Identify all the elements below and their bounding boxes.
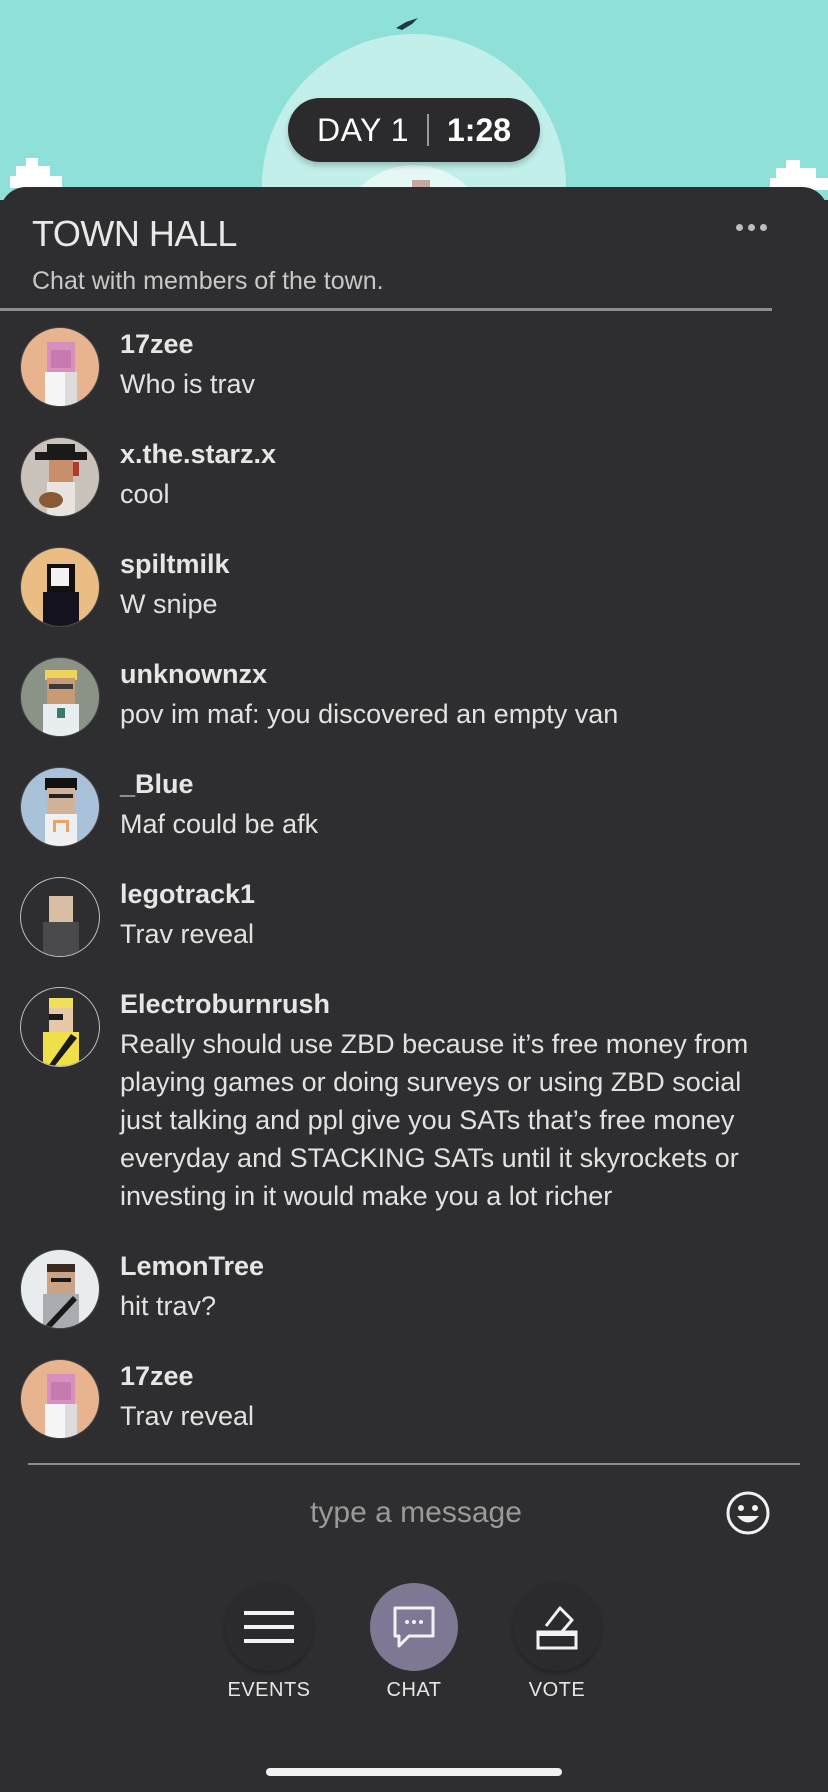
message-username[interactable]: 17zee: [120, 327, 780, 361]
message-text: Trav reveal: [120, 919, 255, 949]
message-item: x.the.starz.x cool: [0, 437, 828, 547]
avatar-electroburnrush[interactable]: [20, 987, 100, 1067]
cloud-left: [10, 158, 62, 188]
smiley-icon[interactable]: [726, 1491, 770, 1535]
message-item: 17zee Trav reveal: [0, 1359, 828, 1469]
nav-events-label: EVENTS: [227, 1679, 311, 1701]
header-divider: [0, 308, 772, 311]
avatar-unknownzx[interactable]: [20, 657, 100, 737]
message-text: Who is trav: [120, 369, 256, 399]
avatar-spiltmilk[interactable]: [20, 547, 100, 627]
message-item: legotrack1 Trav reveal: [0, 877, 828, 987]
message-item: LemonTree hit trav?: [0, 1249, 828, 1359]
message-input[interactable]: [150, 1487, 682, 1539]
message-text: cool: [120, 479, 170, 509]
avatar-17zee[interactable]: [20, 327, 100, 407]
day-timer: DAY 1 1:28: [288, 98, 540, 162]
timer-divider: [426, 114, 429, 146]
avatar-legotrack1[interactable]: [20, 877, 100, 957]
message-text: hit trav?: [120, 1291, 217, 1321]
message-username[interactable]: x.the.starz.x: [120, 437, 780, 471]
message-username[interactable]: Electroburnrush: [120, 987, 780, 1021]
home-indicator[interactable]: [266, 1768, 562, 1776]
nav-chat-label: CHAT: [386, 1679, 442, 1701]
message-username[interactable]: unknownzx: [120, 657, 780, 691]
avatar-17zee[interactable]: [20, 1359, 100, 1439]
more-options-icon[interactable]: [736, 217, 776, 237]
message-username[interactable]: _Blue: [120, 767, 780, 801]
panel-title: TOWN HALL: [32, 213, 237, 254]
ballot-icon[interactable]: [513, 1583, 601, 1671]
avatar-blue[interactable]: [20, 767, 100, 847]
nav-vote-label: VOTE: [528, 1679, 586, 1701]
message-item: 17zee Who is trav: [0, 327, 828, 437]
message-item: _Blue Maf could be afk: [0, 767, 828, 877]
message-text: pov im maf: you discovered an empty van: [120, 699, 619, 729]
nav-events[interactable]: EVENTS: [219, 1583, 319, 1702]
bird-icon: [396, 18, 418, 30]
message-username[interactable]: legotrack1: [120, 877, 780, 911]
message-text: W snipe: [120, 589, 218, 619]
message-item: Electroburnrush Really should use ZBD be…: [0, 987, 828, 1249]
nav-chat[interactable]: CHAT: [364, 1583, 464, 1702]
message-item: spiltmilk W snipe: [0, 547, 828, 657]
composer-divider: [28, 1463, 800, 1465]
chat-bubble-icon[interactable]: [370, 1583, 458, 1671]
time-remaining: 1:28: [446, 111, 512, 148]
menu-icon[interactable]: [225, 1583, 313, 1671]
town-hall-panel: TOWN HALL Chat with members of the town.…: [0, 187, 828, 1792]
message-username[interactable]: spiltmilk: [120, 547, 780, 581]
message-text: Maf could be afk: [120, 809, 319, 839]
cloud-right: [770, 160, 828, 190]
message-username[interactable]: 17zee: [120, 1359, 780, 1393]
day-label: DAY 1: [316, 111, 409, 148]
message-username[interactable]: LemonTree: [120, 1249, 780, 1283]
panel-subtitle: Chat with members of the town.: [32, 267, 384, 295]
avatar-lemontree[interactable]: [20, 1249, 100, 1329]
avatar-x-the-starz-x[interactable]: [20, 437, 100, 517]
message-item: unknownzx pov im maf: you discovered an …: [0, 657, 828, 767]
message-text: Trav reveal: [120, 1401, 255, 1431]
message-list: 17zee Who is trav x.the.starz.x cool spi…: [0, 327, 828, 1469]
message-text: Really should use ZBD because it’s free …: [120, 1029, 749, 1211]
nav-vote[interactable]: VOTE: [507, 1583, 607, 1702]
